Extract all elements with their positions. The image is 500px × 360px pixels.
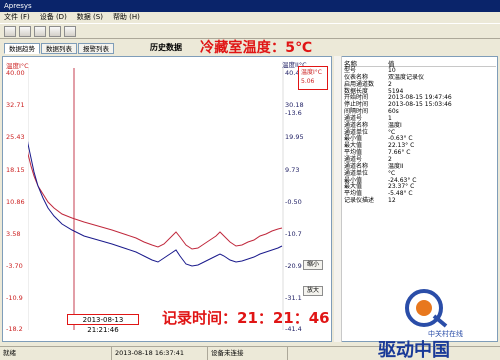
info-list: 型号 10 仪表名称 双温度记录仪 启用通道数 2 数据长度 5194 开始时间 2013-08-…	[344, 67, 496, 205]
logo-small-text: 中关村在线	[428, 329, 463, 338]
tab-data-list[interactable]: 数据列表	[41, 43, 77, 54]
right-extra-tick: -13.6	[285, 109, 302, 117]
overlay-record-time: 记录时间：21：21：46	[162, 309, 330, 327]
settings-icon[interactable]	[64, 26, 76, 37]
menu-file[interactable]: 文件 (F)	[4, 12, 30, 23]
overlay-temperature: 冷藏室温度：5℃	[200, 40, 313, 56]
info-header-name: 名称	[344, 60, 357, 68]
left-tick: 10.86	[6, 198, 25, 206]
cursor-time: 2013-08-13 21:21:46	[67, 314, 139, 334]
info-header-value: 值	[388, 60, 395, 68]
right-tick: 9.73	[285, 166, 300, 174]
right-tick: 30.18	[285, 101, 304, 109]
info-row[interactable]: 间隔时间 60s	[344, 108, 496, 116]
series-temperature-1	[28, 150, 283, 250]
right-tick: -10.7	[285, 230, 302, 238]
tab-alarm-list[interactable]: 报警列表	[78, 43, 114, 54]
menu-help[interactable]: 帮助 (H)	[113, 12, 140, 23]
open-icon[interactable]	[4, 26, 16, 37]
tab-strip: 数据趋势 数据列表 报警列表	[4, 43, 114, 54]
info-row[interactable]: 通道单位 °C	[344, 129, 496, 137]
left-tick: 18.15	[6, 166, 25, 174]
info-row[interactable]: 最小值 -0.63° C	[344, 136, 496, 143]
info-row-name: 记录仪描述	[344, 197, 375, 205]
readout-value: 5.06	[301, 78, 315, 85]
info-row[interactable]: 记录仪描述 12	[344, 197, 496, 205]
info-row[interactable]: 平均值 7.66° C	[344, 149, 496, 157]
trend-chart[interactable]	[28, 68, 284, 330]
menu-device[interactable]: 设备 (D)	[40, 12, 67, 23]
info-row-value: 双温度记录仪	[388, 73, 425, 81]
left-tick: -18.2	[6, 325, 23, 333]
info-side-strip	[334, 56, 342, 342]
right-tick: -0.50	[285, 198, 302, 206]
window-title: Apresys	[0, 0, 500, 12]
readout-label: 温度I°C	[301, 69, 322, 76]
logo-big-text: 驱动中国	[378, 339, 450, 360]
left-tick: -10.9	[6, 294, 23, 302]
status-time: 2013-08-18 16:37:41	[112, 347, 208, 360]
logo-image: 中关村在线 驱动中国	[378, 289, 463, 360]
print-icon[interactable]	[34, 26, 46, 37]
zoom-in-button[interactable]: 放大	[303, 286, 324, 296]
save-icon[interactable]	[19, 26, 31, 37]
info-row[interactable]: 通道单位 °C	[344, 170, 496, 178]
menu-data[interactable]: 数据 (S)	[77, 12, 103, 23]
tab-data-trend[interactable]: 数据趋势	[4, 43, 40, 54]
menu-bar: 文件 (F) 设备 (D) 数据 (S) 帮助 (H)	[0, 12, 500, 23]
right-tick: 19.95	[285, 133, 304, 141]
info-header: 名称 值	[344, 58, 496, 68]
info-row[interactable]: 最大值 22.13° C	[344, 142, 496, 150]
left-tick: 32.71	[6, 101, 25, 109]
left-tick: 3.58	[6, 230, 21, 238]
info-row[interactable]: 最大值 23.37° C	[344, 183, 496, 191]
left-tick: 40.00	[6, 69, 25, 77]
status-device: 设备未连接	[208, 347, 288, 360]
status-state: 就绪	[0, 347, 112, 360]
info-row[interactable]: 最小值 -24.63° C	[344, 177, 496, 185]
zoom-out-button[interactable]: 缩小	[303, 260, 324, 270]
left-tick: 25.43	[6, 133, 25, 141]
left-tick: -3.70	[6, 262, 23, 270]
history-title: 历史数据	[150, 43, 182, 52]
info-row-value: 12	[388, 197, 396, 205]
export-icon[interactable]	[49, 26, 61, 37]
readout-box: 温度I°C 5.06	[298, 66, 328, 90]
